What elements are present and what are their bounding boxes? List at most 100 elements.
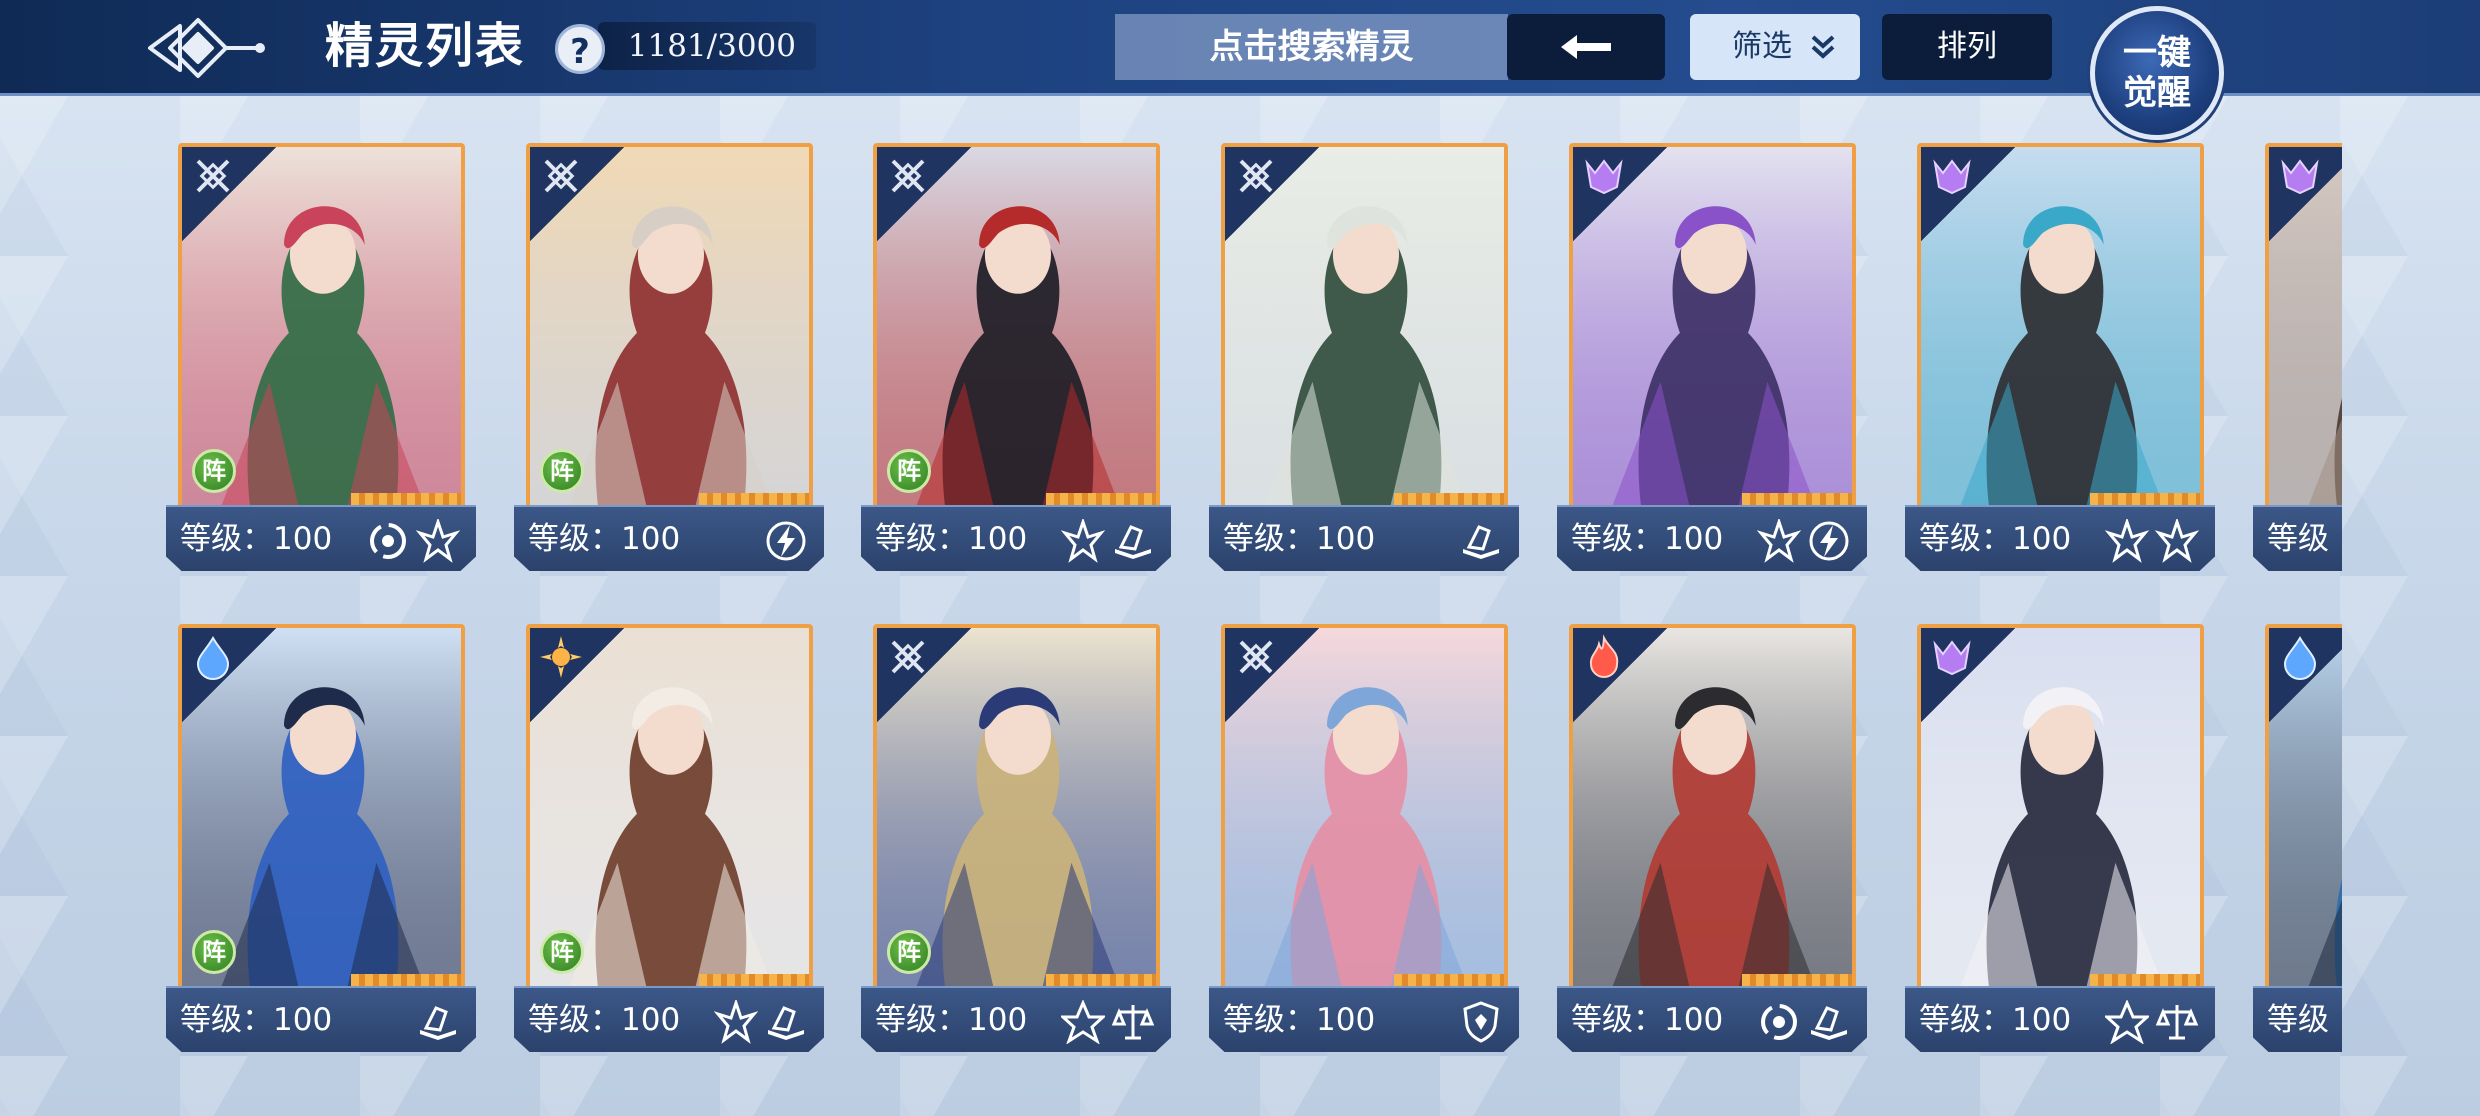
spirit-card[interactable]: 阵等级：100 — [166, 624, 476, 1054]
shield-icon — [1463, 1001, 1499, 1043]
level-bar: 等级：100 — [514, 986, 824, 1052]
level-bar: 等级：100 — [1557, 986, 1867, 1052]
attribute-icons — [2105, 1000, 2199, 1044]
rarity-stripe — [1394, 493, 1504, 507]
spirit-card[interactable]: 阵等级：100 — [514, 624, 824, 1054]
neutral-icon — [196, 159, 230, 193]
level-bar: 等级：100 — [1905, 505, 2215, 571]
neutral-icon — [891, 159, 925, 193]
level-label: 等级：100 — [1919, 521, 2072, 557]
attribute-icons — [1061, 519, 1155, 563]
level-bar: 等级：100 — [1905, 986, 2215, 1052]
spirit-portrait — [1221, 624, 1508, 992]
level-label: 等级：100 — [1223, 1002, 1376, 1038]
water-icon — [196, 636, 230, 680]
attribute-icons — [1459, 519, 1503, 563]
spirit-portrait — [1221, 143, 1508, 511]
spirit-card[interactable]: 等级：100 — [1905, 143, 2215, 573]
formation-badge: 阵 — [192, 930, 236, 974]
scale-icon — [2155, 1005, 2199, 1040]
spiky-icon — [2105, 519, 2149, 563]
spirit-portrait: 阵 — [873, 143, 1160, 511]
spirit-card[interactable]: 等级：100 — [1209, 624, 1519, 1054]
rarity-stripe — [351, 974, 461, 988]
neutral-icon — [891, 640, 925, 674]
level-bar: 等级：100 — [861, 505, 1171, 571]
formation-badge: 阵 — [540, 449, 584, 493]
rarity-stripe — [1394, 974, 1504, 988]
spirit-portrait: 阵 — [873, 624, 1160, 992]
spirit-card[interactable]: 等级：100 — [1557, 143, 1867, 573]
neutral-icon — [1239, 640, 1273, 674]
spirit-portrait — [2265, 624, 2342, 992]
level-label: 等级：100 — [528, 1002, 681, 1038]
spirit-card[interactable]: 阵等级：100 — [861, 143, 1171, 573]
level-label: 等级：100 — [875, 521, 1028, 557]
level-label: 等级：100 — [1571, 521, 1724, 557]
attribute-icons — [1757, 519, 1851, 563]
spiky-icon — [416, 519, 460, 563]
attribute-icons — [714, 1000, 808, 1044]
level-label: 等级：100 — [1919, 1002, 2072, 1038]
attribute-icons — [1459, 1000, 1503, 1044]
spirit-portrait: 阵 — [526, 143, 813, 511]
lightning-icon — [1809, 521, 1849, 561]
attribute-icons — [764, 519, 808, 563]
spirit-portrait — [1569, 143, 1856, 511]
level-bar: 等级：100 — [166, 986, 476, 1052]
attribute-icons — [416, 1000, 460, 1044]
scale-icon — [1111, 1005, 1155, 1040]
rarity-stripe — [2090, 974, 2200, 988]
formation-badge: 阵 — [192, 449, 236, 493]
rarity-stripe — [699, 974, 809, 988]
demon-icon — [1933, 159, 1971, 195]
spirit-card[interactable]: 等级 — [2253, 143, 2342, 573]
attribute-icons — [2105, 519, 2199, 563]
neutral-icon — [544, 159, 578, 193]
attribute-icons — [1061, 1000, 1155, 1044]
spiky-icon — [1757, 519, 1801, 563]
level-label: 等级：100 — [180, 521, 333, 557]
formation-badge: 阵 — [887, 449, 931, 493]
book-icon — [420, 1006, 456, 1040]
attribute-icons — [1757, 1000, 1851, 1044]
level-label: 等级：100 — [1571, 1002, 1724, 1038]
rarity-stripe — [1046, 974, 1156, 988]
spirit-card[interactable]: 阵等级：100 — [166, 143, 476, 573]
formation-badge: 阵 — [887, 930, 931, 974]
rarity-stripe — [1742, 974, 1852, 988]
level-label: 等级：100 — [1223, 521, 1376, 557]
light-icon — [540, 636, 582, 678]
rarity-stripe — [351, 493, 461, 507]
neutral-icon — [1239, 159, 1273, 193]
water-icon — [2283, 636, 2317, 680]
spirit-card[interactable]: 阵等级：100 — [514, 143, 824, 573]
demon-icon — [1585, 159, 1623, 195]
level-label: 等级 — [2267, 521, 2329, 557]
spiky-icon — [1061, 519, 1105, 563]
spirit-card[interactable]: 阵等级：100 — [861, 624, 1171, 1054]
rarity-stripe — [2090, 493, 2200, 507]
level-bar: 等级：100 — [166, 505, 476, 571]
level-bar: 等级：100 — [1209, 505, 1519, 571]
spirit-card[interactable]: 等级 — [2253, 624, 2342, 1054]
spirit-card[interactable]: 等级：100 — [1209, 143, 1519, 573]
spirit-card[interactable]: 等级：100 — [1557, 624, 1867, 1054]
level-bar: 等级：100 — [861, 986, 1171, 1052]
spirit-card[interactable]: 等级：100 — [1905, 624, 2215, 1054]
level-label: 等级 — [2267, 1002, 2329, 1038]
spiky-icon — [2155, 519, 2199, 563]
rarity-stripe — [1742, 493, 1852, 507]
demon-icon — [2281, 159, 2319, 195]
spirit-grid: 阵等级：100 阵等级：100 阵等级：100 等级：100 等级：100 等级… — [0, 0, 2342, 1116]
level-label: 等级：100 — [528, 521, 681, 557]
rarity-stripe — [699, 493, 809, 507]
spirit-portrait — [2265, 143, 2342, 511]
book-icon — [1811, 1006, 1847, 1040]
rarity-stripe — [1046, 493, 1156, 507]
level-bar: 等级 — [2253, 505, 2342, 571]
book-icon — [1463, 525, 1499, 559]
level-bar: 等级：100 — [514, 505, 824, 571]
spirit-portrait: 阵 — [178, 624, 465, 992]
level-label: 等级：100 — [875, 1002, 1028, 1038]
